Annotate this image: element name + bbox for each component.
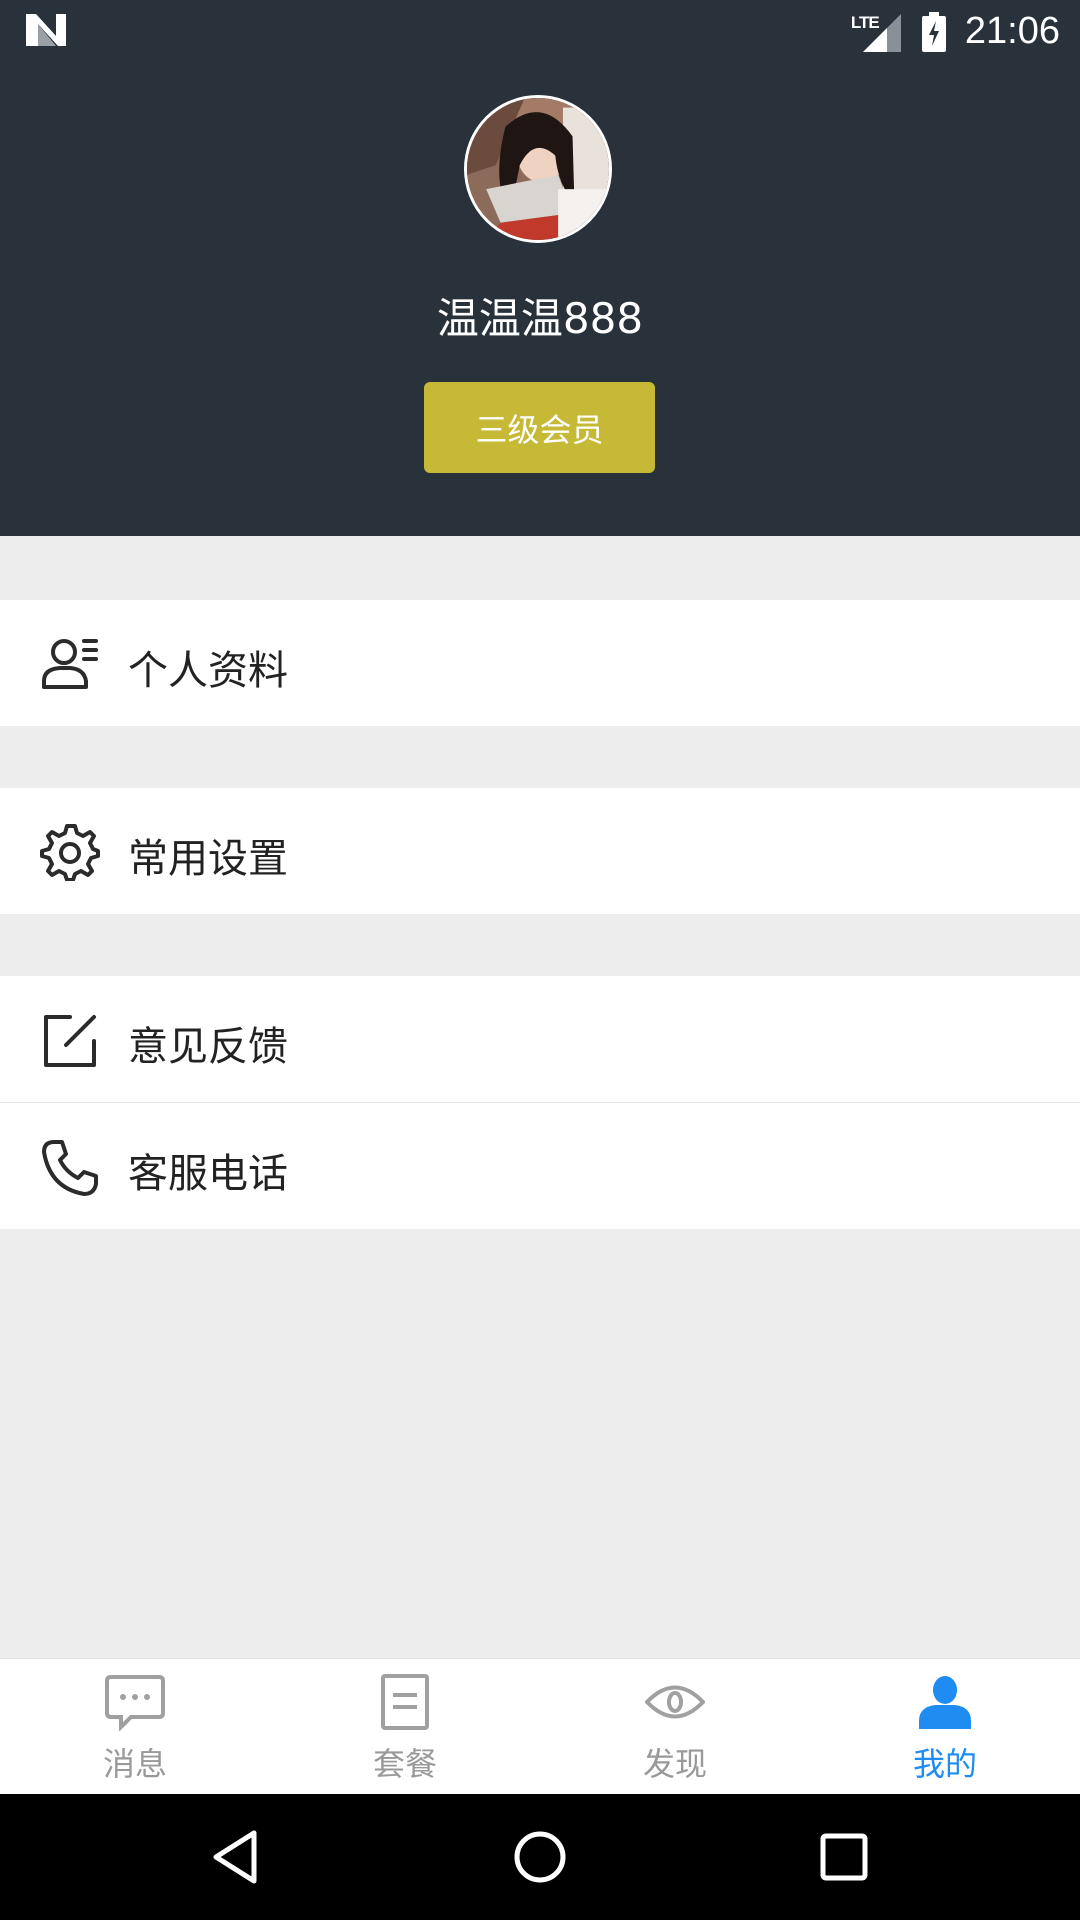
member-level-label: 三级会员 xyxy=(475,410,604,449)
tab-label: 套餐 xyxy=(372,1745,437,1783)
home-icon[interactable] xyxy=(510,1827,570,1887)
menu-item-feedback[interactable]: 意见反馈 xyxy=(0,976,1080,1102)
avatar[interactable] xyxy=(464,95,612,243)
gear-icon xyxy=(40,824,100,881)
avatar-photo xyxy=(467,98,609,240)
system-nav-bar xyxy=(0,1794,1080,1920)
profile-header: 温温温888 三级会员 xyxy=(0,63,1080,536)
menu-group-support: 意见反馈 客服电话 xyxy=(0,976,1080,1229)
username: 温温温888 xyxy=(436,294,644,343)
menu-item-settings[interactable]: 常用设置 xyxy=(0,788,1080,914)
tab-mine[interactable]: 我的 xyxy=(810,1659,1080,1794)
battery-charging-icon xyxy=(921,11,946,52)
menu-item-label: 常用设置 xyxy=(128,836,288,882)
bottom-tab-bar: 消息 套餐 发现 我的 xyxy=(0,1658,1080,1794)
profile-screen: LTE 21:06 温温温888 三级会员 个人资料 常用设置 意见反馈 客服电… xyxy=(0,0,1080,1920)
menu-group-settings: 常用设置 xyxy=(0,788,1080,914)
menu-item-customer-service[interactable]: 客服电话 xyxy=(0,1102,1080,1229)
tab-label: 我的 xyxy=(912,1745,977,1783)
tab-label: 发现 xyxy=(642,1745,707,1783)
tab-label: 消息 xyxy=(102,1745,167,1783)
clock: 21:06 xyxy=(964,10,1060,52)
tab-messages[interactable]: 消息 xyxy=(0,1659,270,1794)
member-level-badge[interactable]: 三级会员 xyxy=(424,382,655,473)
person-list-icon xyxy=(42,639,98,689)
menu-item-label: 意见反馈 xyxy=(128,1024,288,1070)
phone-icon xyxy=(42,1140,98,1196)
document-icon xyxy=(381,1674,429,1730)
person-icon xyxy=(919,1676,971,1729)
eye-icon xyxy=(645,1685,705,1719)
recents-icon[interactable] xyxy=(814,1827,874,1887)
chat-bubble-icon xyxy=(105,1675,165,1731)
back-icon[interactable] xyxy=(206,1827,266,1887)
status-bar: LTE 21:06 xyxy=(0,0,1080,63)
tab-packages[interactable]: 套餐 xyxy=(270,1659,540,1794)
tab-discover[interactable]: 发现 xyxy=(540,1659,810,1794)
n-logo-icon xyxy=(26,14,66,46)
menu-item-personal-info[interactable]: 个人资料 xyxy=(0,600,1080,726)
edit-icon xyxy=(44,1015,96,1067)
menu-item-label: 客服电话 xyxy=(128,1151,288,1197)
menu-group-profile: 个人资料 xyxy=(0,600,1080,726)
menu-item-label: 个人资料 xyxy=(128,648,288,694)
lte-signal-icon: LTE xyxy=(851,12,901,52)
